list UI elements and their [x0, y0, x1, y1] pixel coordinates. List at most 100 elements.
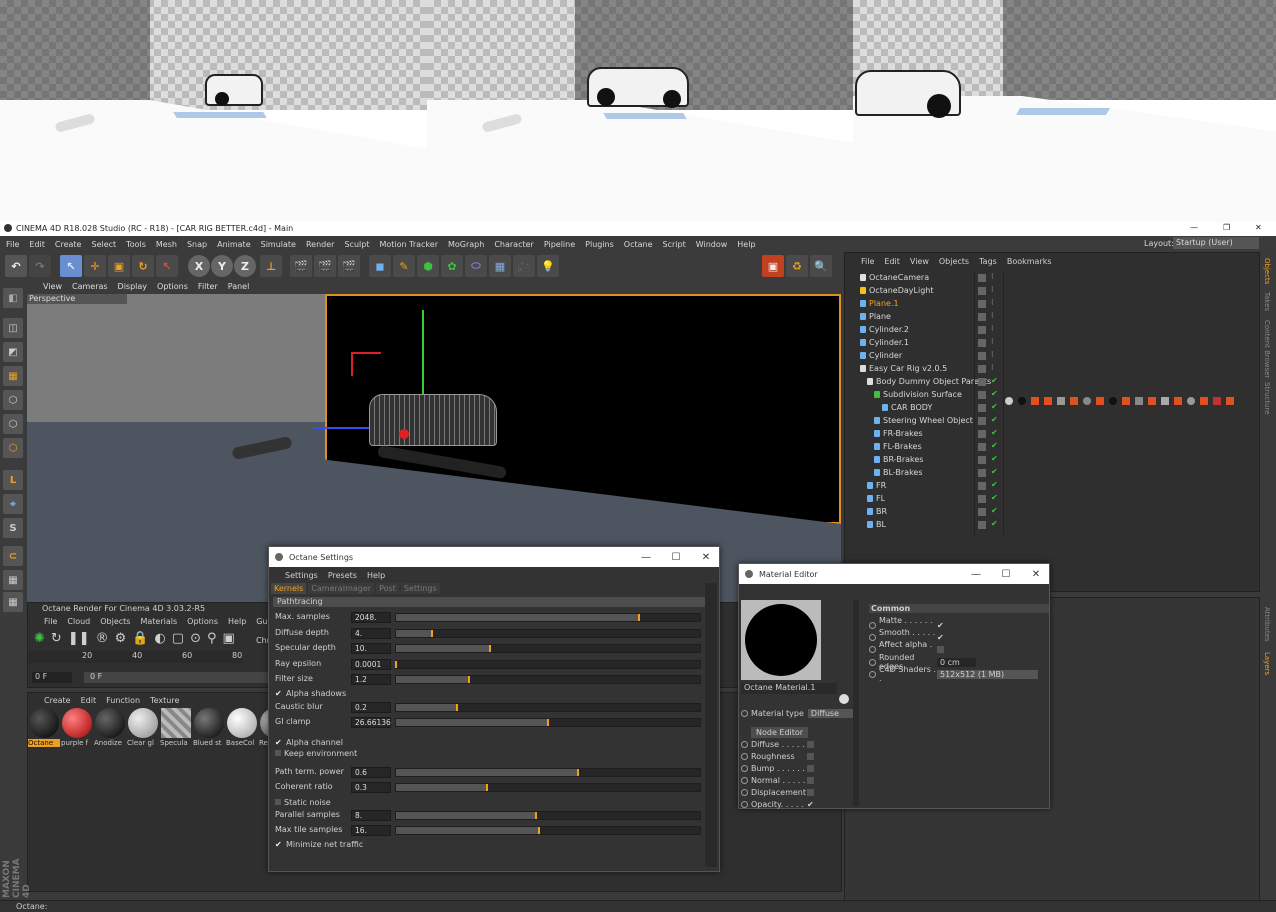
close-button[interactable]: ✕: [1255, 223, 1262, 232]
param-slider[interactable]: [395, 767, 701, 777]
material-swatch[interactable]: Blued st: [193, 707, 225, 753]
os-maximize-button[interactable]: ☐: [661, 547, 691, 567]
channel-checkbox[interactable]: [807, 765, 814, 772]
object-row[interactable]: BR-Brakes ✔: [845, 453, 1257, 466]
layer-toggle-icon[interactable]: [978, 378, 986, 386]
pick-focus-icon[interactable]: ⊙: [190, 631, 201, 646]
material-preview[interactable]: [741, 600, 821, 680]
om-menu-view[interactable]: View: [910, 257, 929, 266]
node-editor-button[interactable]: Node Editor: [751, 727, 809, 738]
radio-icon[interactable]: [741, 741, 748, 748]
param-slider[interactable]: [395, 675, 701, 684]
mat-menu-edit[interactable]: Edit: [81, 696, 97, 705]
material-swatch[interactable]: purple f: [61, 707, 93, 753]
lock-workplane-icon[interactable]: ▦: [3, 570, 23, 590]
param-value-field[interactable]: 0.3: [351, 782, 391, 793]
frame-range-field[interactable]: 0 F: [84, 672, 268, 683]
param-value-field[interactable]: 8.: [351, 809, 391, 821]
om-menu-file[interactable]: File: [861, 257, 874, 266]
radio-icon[interactable]: [741, 789, 748, 796]
layer-toggle-icon[interactable]: [978, 482, 986, 490]
param-value-field[interactable]: 0.2: [351, 701, 391, 713]
enable-check-icon[interactable]: ⁝: [991, 285, 994, 294]
layer-toggle-icon[interactable]: [978, 352, 986, 360]
viewport-menu-options[interactable]: Options: [157, 282, 188, 291]
layout-dropdown[interactable]: Startup (User): [1173, 237, 1259, 249]
param-value-field[interactable]: 26.66136: [351, 717, 391, 728]
layer-toggle-icon[interactable]: [978, 300, 986, 308]
layer-toggle-icon[interactable]: [978, 417, 986, 425]
oct-menu-objects[interactable]: Objects: [100, 617, 130, 626]
menu-file[interactable]: File: [6, 240, 19, 249]
coordinate-system-icon[interactable]: ⊥: [260, 255, 282, 277]
channel-checkbox[interactable]: [807, 741, 814, 748]
os-minimize-button[interactable]: —: [631, 547, 661, 567]
frame-icon[interactable]: ▣: [223, 631, 235, 646]
radio-icon[interactable]: [869, 645, 876, 653]
material-swatch[interactable]: Anodize: [94, 707, 126, 753]
object-row[interactable]: Cylinder.2 ⁝: [845, 323, 1257, 336]
object-row[interactable]: Plane.1 ⁝: [845, 297, 1257, 310]
viewport-menu-filter[interactable]: Filter: [198, 282, 218, 291]
oct-menu-help[interactable]: Help: [228, 617, 246, 626]
om-menu-bookmarks[interactable]: Bookmarks: [1007, 257, 1052, 266]
tweak-mode-icon[interactable]: ⌖: [3, 494, 23, 514]
enable-check-icon[interactable]: ⁝: [991, 298, 994, 307]
material-swatch[interactable]: Specula: [160, 707, 192, 753]
x-axis-button[interactable]: X: [188, 255, 210, 277]
layer-toggle-icon[interactable]: [978, 365, 986, 373]
channel-checkbox[interactable]: [807, 753, 814, 760]
undo-icon[interactable]: ↶: [5, 255, 27, 277]
menu-script[interactable]: Script: [663, 240, 686, 249]
channel-row[interactable]: Bump . . . . . .: [741, 764, 814, 773]
menu-pipeline[interactable]: Pipeline: [544, 240, 575, 249]
enable-check-icon[interactable]: ✔: [991, 506, 998, 515]
light-icon[interactable]: 💡: [537, 255, 559, 277]
layer-toggle-icon[interactable]: [978, 313, 986, 321]
magnet-icon[interactable]: ⊂: [3, 546, 23, 566]
pen-icon[interactable]: ✎: [393, 255, 415, 277]
material-type-dropdown[interactable]: Diffuse: [807, 709, 853, 718]
rotation-handle[interactable]: [351, 352, 381, 376]
menu-character[interactable]: Character: [494, 240, 534, 249]
side-tab-objects[interactable]: Objects: [1263, 258, 1271, 284]
menu-tools[interactable]: Tools: [126, 240, 146, 249]
os-menu-settings[interactable]: Settings: [285, 571, 318, 580]
enable-check-icon[interactable]: ✔: [991, 493, 998, 502]
layer-toggle-icon[interactable]: [978, 287, 986, 295]
pin-icon[interactable]: ⚲: [207, 631, 217, 646]
tab-post[interactable]: Post: [376, 583, 399, 594]
param-slider[interactable]: [395, 659, 701, 669]
layer-toggle-icon[interactable]: [978, 326, 986, 334]
param-value-field[interactable]: 4.: [351, 627, 391, 639]
oct-menu-options[interactable]: Options: [187, 617, 218, 626]
common-checkbox[interactable]: [937, 645, 944, 653]
recent-tool-icon[interactable]: ↖: [156, 255, 178, 277]
menu-render[interactable]: Render: [306, 240, 334, 249]
menu-animate[interactable]: Animate: [217, 240, 251, 249]
param-slider[interactable]: [395, 702, 701, 712]
menu-help[interactable]: Help: [737, 240, 755, 249]
checkbox[interactable]: [275, 798, 281, 805]
param-value-field[interactable]: 2048.: [351, 612, 391, 623]
enable-check-icon[interactable]: ⁝: [991, 324, 994, 333]
lock-icon[interactable]: 🔒: [132, 631, 148, 646]
cube-icon[interactable]: ◼: [369, 255, 391, 277]
checkbox-row[interactable]: ✔ Minimize net traffic: [275, 840, 363, 852]
render-settings-icon[interactable]: 🎬: [338, 255, 360, 277]
menu-create[interactable]: Create: [55, 240, 82, 249]
enable-check-icon[interactable]: ⁝: [991, 311, 994, 320]
render-view-icon[interactable]: 🎬: [290, 255, 312, 277]
param-slider[interactable]: [395, 613, 701, 622]
octane-logo-icon[interactable]: ✺: [34, 631, 45, 646]
c4d-shaders-dropdown[interactable]: 512x512 (1 MB): [937, 669, 1039, 679]
enable-check-icon[interactable]: ⁝: [991, 363, 994, 372]
me-close-button[interactable]: ✕: [1021, 564, 1051, 584]
menu-window[interactable]: Window: [696, 240, 728, 249]
mat-menu-create[interactable]: Create: [44, 696, 71, 705]
param-slider[interactable]: [395, 810, 701, 820]
radio-icon[interactable]: [741, 777, 748, 784]
grid-icon[interactable]: ▦: [3, 592, 23, 612]
restart-icon[interactable]: ↻: [51, 631, 62, 646]
object-row[interactable]: FL ✔: [845, 492, 1257, 505]
